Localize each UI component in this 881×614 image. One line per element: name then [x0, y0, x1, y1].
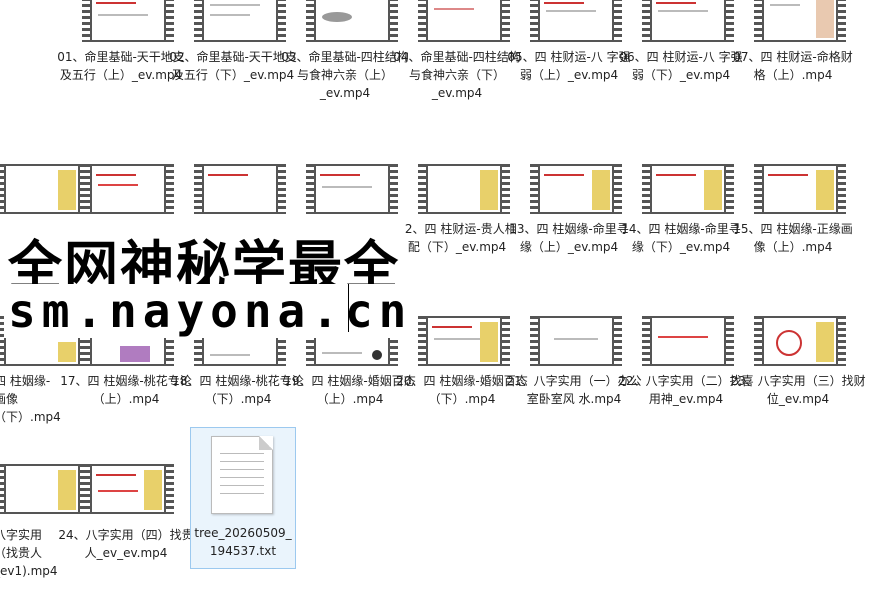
video-thumbnail [194, 0, 286, 42]
video-thumbnail [530, 164, 622, 214]
file-label: 四 柱姻缘-画像（下）.mp4 [0, 374, 61, 424]
video-thumbnail [418, 316, 510, 366]
file-label: 23、八字实用（三）找财位_ev.mp4 [730, 374, 866, 406]
file-item[interactable]: 22、八字实用（二）找喜用神_ev.mp4 [616, 312, 754, 462]
file-item[interactable]: 21、八字实用（一）办公室卧室风 水.mp4 [504, 312, 642, 462]
file-item[interactable]: 07、四 柱财运-命格财格（上）.mp4 [728, 0, 853, 150]
file-label: 04、命里基础-四柱结构与食神六亲（下）_ev.mp4 [393, 50, 521, 100]
file-item[interactable]: 14、四 柱姻缘-命里寻缘（下）_ev.mp4 [616, 160, 741, 310]
file-item[interactable]: 15、四 柱姻缘-正缘画像（上）.mp4 [728, 160, 853, 310]
file-item[interactable]: 02、命里基础-天干地支及五行（下）_ev.mp4 [168, 0, 297, 150]
file-label: 14、四 柱姻缘-命里寻缘（下）_ev.mp4 [621, 222, 741, 254]
video-thumbnail [754, 0, 846, 42]
video-thumbnail [642, 0, 734, 42]
file-label: 05、四 柱财运-八 字强弱（上）_ev.mp4 [507, 50, 631, 82]
text-document-icon [211, 436, 273, 514]
video-thumbnail [194, 164, 286, 214]
video-thumbnail [530, 316, 622, 366]
file-label: 24、八字实用（四）找贵人_ev_ev.mp4 [58, 528, 194, 560]
file-item[interactable]: 05、四 柱财运-八 字强弱（上）_ev.mp4 [504, 0, 631, 150]
file-label: tree_20260509_194537.txt [194, 526, 292, 558]
text-cursor [348, 284, 349, 332]
video-thumbnail [418, 164, 510, 214]
file-item[interactable]: 13、四 柱姻缘-命里寻缘（上）_ev.mp4 [504, 160, 629, 310]
video-thumbnail [754, 316, 846, 366]
video-thumbnail [82, 0, 174, 42]
video-thumbnail [642, 316, 734, 366]
file-label: 02、命里基础-天干地支及五行（下）_ev.mp4 [169, 50, 297, 82]
file-label: 15、四 柱姻缘-正缘画像（上）.mp4 [733, 222, 853, 254]
video-thumbnail [306, 164, 398, 214]
video-thumbnail [82, 164, 174, 214]
video-thumbnail [530, 0, 622, 42]
video-thumbnail [306, 0, 398, 42]
file-item[interactable]: 24、八字实用（四）找贵人_ev_ev.mp4 [56, 464, 194, 614]
video-thumbnail [642, 164, 734, 214]
file-label: 12、四 柱财运-贵人相配（下）_ev.mp4 [397, 222, 517, 254]
file-label: 八字实用（找贵人_ev1).mp4 [0, 528, 58, 578]
file-item[interactable]: 23、八字实用（三）找财位_ev.mp4 [728, 312, 866, 462]
video-thumbnail [418, 0, 510, 42]
text-file-item[interactable]: tree_20260509_194537.txt [190, 427, 296, 569]
video-thumbnail [82, 464, 174, 514]
file-label: 01、命里基础-天干地支及五行（上）_ev.mp4 [57, 50, 185, 82]
file-item[interactable]: 04、命里基础-四柱结构与食神六亲（下）_ev.mp4 [392, 0, 521, 150]
file-label: 06、四 柱财运-八 字强弱（下）_ev.mp4 [619, 50, 743, 82]
file-item[interactable]: 01、命里基础-天干地支及五行（上）_ev.mp4 [56, 0, 185, 150]
file-label: 07、四 柱财运-命格财格（上）.mp4 [733, 50, 853, 82]
file-label: 03、命里基础-四柱结构与食神六亲（上）_ev.mp4 [281, 50, 409, 100]
video-thumbnail [754, 164, 846, 214]
file-item[interactable]: 03、命里基础-四柱结构与食神六亲（上）_ev.mp4 [280, 0, 409, 150]
file-item[interactable]: 06、四 柱财运-八 字强弱（下）_ev.mp4 [616, 0, 743, 150]
watermark-line-2: sm.nayona.cn [4, 284, 417, 338]
file-label: 13、四 柱姻缘-命里寻缘（上）_ev.mp4 [509, 222, 629, 254]
